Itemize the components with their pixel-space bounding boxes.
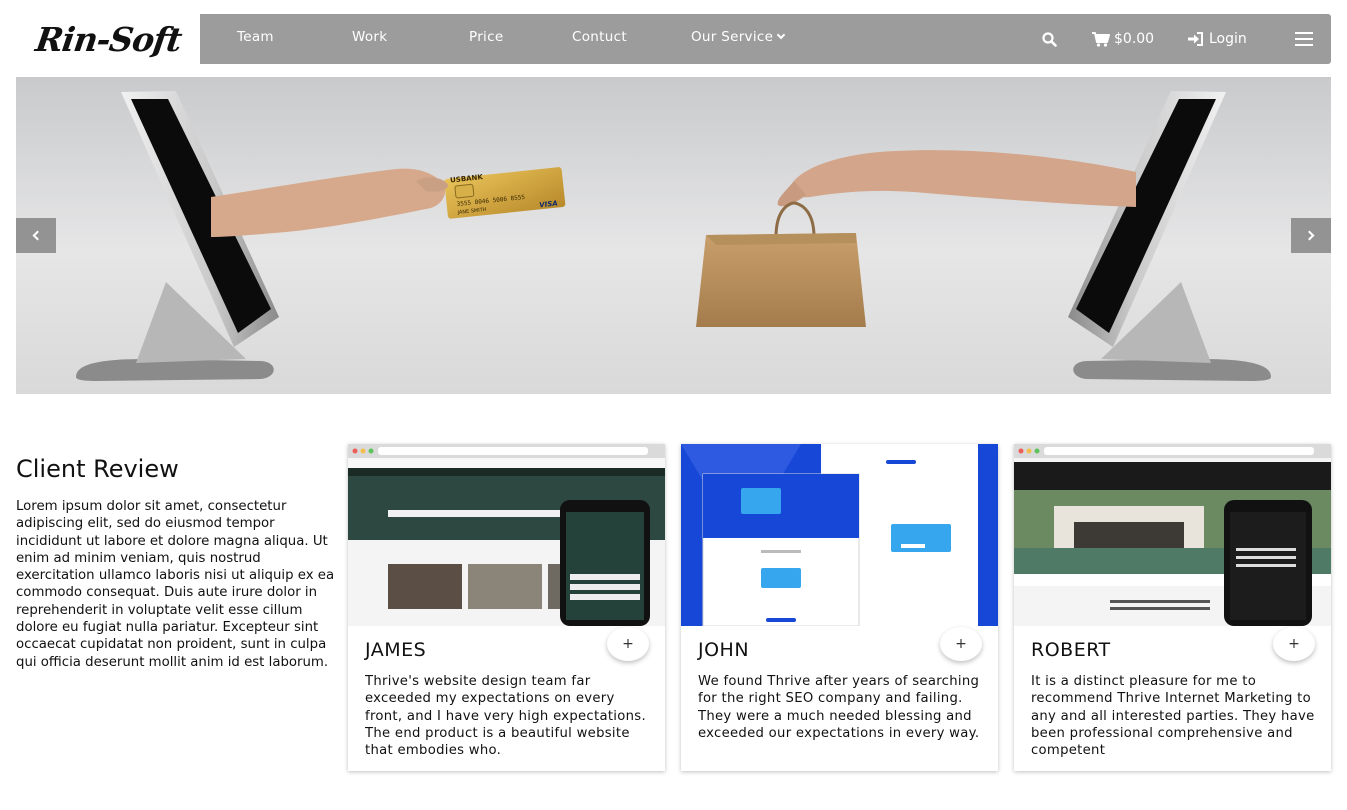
review-card: JOHN + We found Thrive after years of se… [681,444,998,771]
search-icon [1042,31,1057,47]
section-title: Client Review [16,455,179,483]
expand-button[interactable]: + [1273,627,1315,661]
left-monitor [76,91,279,381]
nav-link-team[interactable]: Team [237,14,274,64]
search-button[interactable] [1042,14,1057,64]
review-text: It is a distinct pleasure for me to reco… [1031,674,1315,759]
cart-total: $0.00 [1114,31,1155,47]
login-label: Login [1209,31,1247,47]
sign-in-icon [1188,32,1203,46]
expand-button[interactable]: + [607,627,649,661]
review-card-image [348,444,665,626]
login-button[interactable]: Login [1188,14,1247,64]
cart-button[interactable]: $0.00 [1092,14,1154,64]
section-description: Lorem ipsum dolor sit amet, consectetur … [16,499,335,670]
hero-carousel: USBANK 3555 0046 5006 8555 JANE SMITH VI… [16,77,1331,394]
hamburger-menu-icon [1295,32,1313,46]
nav-link-price[interactable]: Price [469,14,503,64]
left-arm-with-card: USBANK 3555 0046 5006 8555 JANE SMITH VI… [211,167,566,237]
right-arm [777,150,1136,207]
chevron-down-icon [776,30,786,40]
carousel-next-button[interactable] [1291,218,1331,253]
review-card-image [1014,444,1331,626]
nav-link-our-service[interactable]: Our Service [691,14,786,64]
review-text: Thrive's website design team far exceede… [365,674,646,759]
right-monitor [1068,91,1271,381]
reviewer-name: ROBERT [1031,639,1111,661]
plus-icon: + [955,636,967,652]
main-navbar: Team Work Price Contuct Our Service $0.0… [200,14,1331,64]
hero-image: USBANK 3555 0046 5006 8555 JANE SMITH VI… [76,91,1271,381]
logo[interactable]: Rin-Soft [16,14,200,64]
logo-text: Rin-Soft [32,19,184,59]
review-card: JAMES + Thrive's website design team far… [348,444,665,771]
shopping-bag [696,201,866,327]
review-card-image [681,444,998,626]
card-brand: VISA [539,199,558,209]
chevron-left-icon [32,230,43,241]
menu-toggle-button[interactable] [1295,14,1313,64]
chevron-right-icon [1304,230,1315,241]
review-card: ROBERT + It is a distinct pleasure for m… [1014,444,1331,771]
cart-icon [1092,31,1110,47]
nav-link-contact[interactable]: Contuct [572,14,627,64]
review-text: We found Thrive after years of searching… [698,674,980,741]
reviewer-name: JAMES [365,639,427,661]
expand-button[interactable]: + [940,627,982,661]
plus-icon: + [622,636,634,652]
reviewer-name: JOHN [698,639,750,661]
plus-icon: + [1288,636,1300,652]
carousel-prev-button[interactable] [16,218,56,253]
nav-link-work[interactable]: Work [352,14,387,64]
our-service-label: Our Service [691,29,774,45]
